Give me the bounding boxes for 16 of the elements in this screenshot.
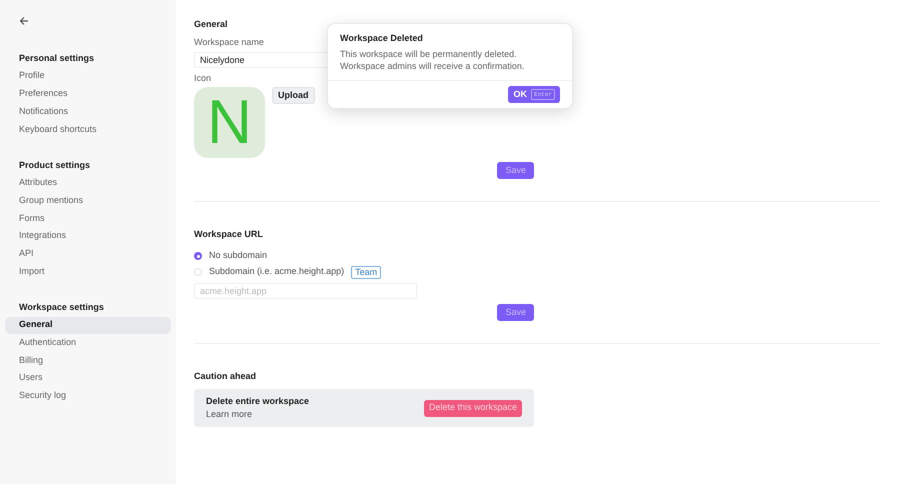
card-title: Delete entire workspace — [206, 395, 310, 408]
section-title: Workspace URL — [194, 228, 264, 242]
radio-label: No subdomain — [209, 249, 268, 262]
dialog-title: Workspace Deleted — [340, 32, 424, 45]
sidebar-heading: Product settings — [18, 158, 92, 172]
plan-badge: Team — [351, 266, 382, 278]
sidebar-heading: Personal settings — [18, 52, 96, 65]
field-label: Workspace name — [194, 37, 264, 49]
field-label: Icon — [194, 73, 212, 85]
section-title: General — [194, 18, 228, 32]
sidebar-heading: Workspace settings — [18, 300, 105, 314]
workspace-icon: N — [194, 87, 265, 158]
dialog-message: This workspace will be permanently deleted. — [340, 48, 518, 60]
section-title: Caution ahead — [194, 370, 258, 384]
radio-label: Subdomain (i.e. acme.height.app) — [209, 265, 344, 278]
dialog-message: Workspace admins will receive a confirmation. — [340, 60, 526, 72]
